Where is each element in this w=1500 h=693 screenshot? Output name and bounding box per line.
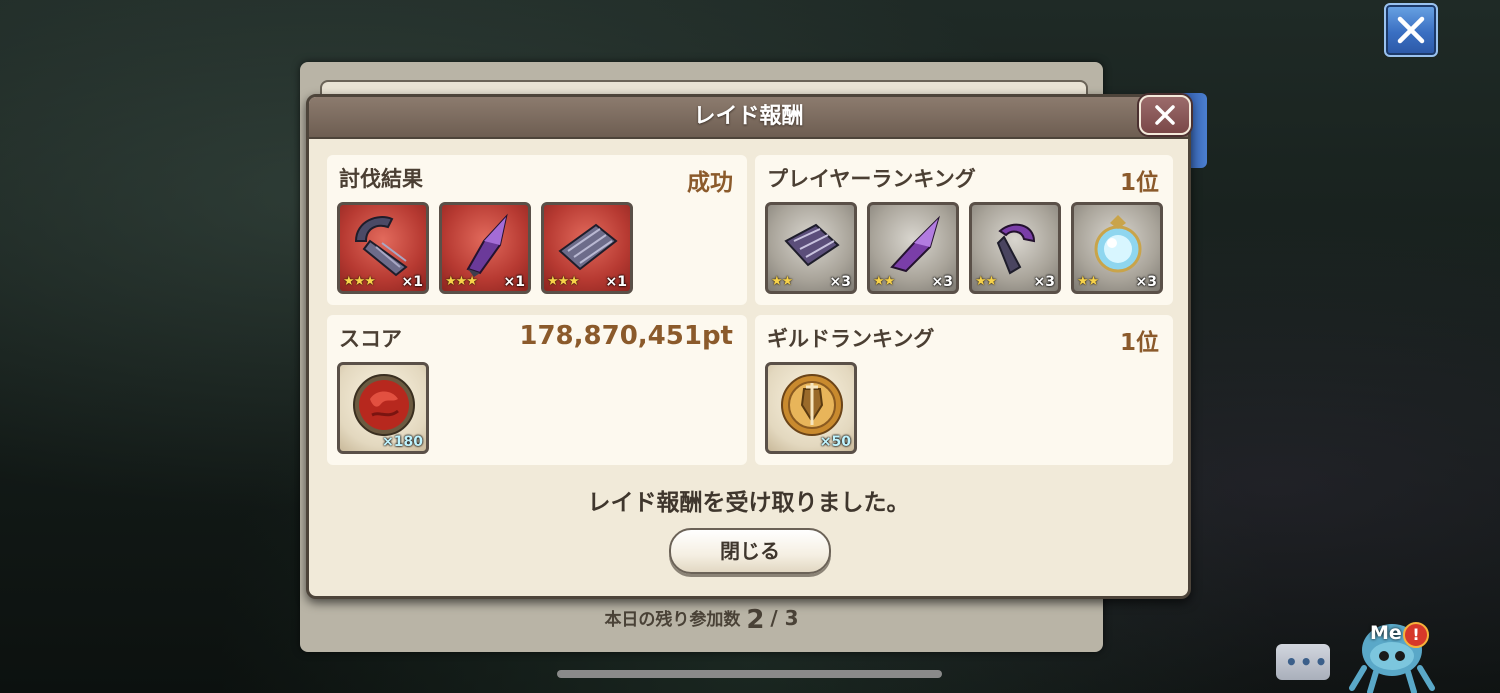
item-quantity: ×1 [605,274,627,290]
scale-icon [558,223,618,271]
item-quantity: ×3 [1033,274,1055,290]
reward-received-message: レイド報酬を受け取りました。 [587,490,910,516]
orb-icon [1094,215,1142,273]
remaining-total: / 3 [770,606,799,630]
medal-icon [781,374,843,436]
subjugation-label: 討伐結果 [339,167,423,191]
player-ranking-label: プレイヤーランキング [767,167,976,191]
scale-icon [784,223,840,267]
crystal-icon [890,215,941,273]
guild-ranking-label: ギルドランキング [767,327,935,351]
guild-ranking-rank: 1位 [1119,330,1159,356]
guild-ranking-card: ギルドランキング 1位 ×50 [755,315,1173,465]
item-quantity: ×3 [931,274,953,290]
subjugation-result: 成功 [687,170,733,196]
score-card: スコア 178,870,451pt ×180 [327,315,747,465]
close-button[interactable]: 閉じる [669,528,831,574]
chat-button[interactable]: ••• [1276,644,1330,680]
remaining-participations: 本日の残り参加数 2 / 3 [300,605,1103,635]
rarity-stars: ★★ [771,274,793,289]
rarity-stars: ★★★ [445,274,478,289]
mascot-label: Me [1370,622,1402,644]
close-icon [1397,16,1425,44]
item-quantity: ×50 [819,434,851,450]
modal-title: レイド報酬 [693,104,804,129]
reward-item-crystal[interactable]: ★★★ ×1 [439,202,531,294]
close-icon [1155,105,1175,125]
item-quantity: ×180 [382,434,423,450]
player-ranking-rank: 1位 [1119,170,1159,196]
mascot-icon[interactable] [1342,608,1442,693]
reward-item-crystal[interactable]: ★★ ×3 [867,202,959,294]
rarity-stars: ★★★ [547,274,580,289]
subjugation-result-card: 討伐結果 成功 ★★★ ×1 ★★★ ×1 ★★★ ×1 [327,155,747,305]
reward-item-claw[interactable]: ★★★ ×1 [337,202,429,294]
item-quantity: ×3 [829,274,851,290]
reward-item-medal[interactable]: ×50 [765,362,857,454]
player-ranking-card: プレイヤーランキング 1位 ★★ ×3 ★★ ×3 ★★ ×3 ★★ ×3 [755,155,1173,305]
item-quantity: ×3 [1135,274,1157,290]
raid-reward-modal: レイド報酬 討伐結果 成功 ★★★ ×1 ★★★ ×1 ★★★ ×1 プレイヤー… [306,94,1191,599]
home-indicator [557,670,942,678]
rarity-stars: ★★ [975,274,997,289]
reward-item-orb[interactable]: ★★ ×3 [1071,202,1163,294]
score-value: 178,870,451pt [519,321,733,351]
rarity-stars: ★★★ [343,274,376,289]
item-quantity: ×1 [401,274,423,290]
reward-item-scale[interactable]: ★★ ×3 [765,202,857,294]
claw-icon [354,216,408,277]
chat-icon: ••• [1285,650,1330,674]
reward-item-red-orb[interactable]: ×180 [337,362,429,454]
reward-item-claw[interactable]: ★★ ×3 [969,202,1061,294]
crystal-icon [466,213,508,277]
rarity-stars: ★★ [1077,274,1099,289]
rarity-stars: ★★ [873,274,895,289]
red-orb-icon [353,374,415,436]
remaining-label: 本日の残り参加数 [604,610,741,630]
remaining-current: 2 [746,605,765,635]
claw-icon [996,223,1036,275]
item-quantity: ×1 [503,274,525,290]
reward-item-scale[interactable]: ★★★ ×1 [541,202,633,294]
screen-close-button[interactable] [1384,3,1438,57]
score-label: スコア [339,327,402,351]
notification-badge: ! [1403,622,1429,648]
modal-close-button[interactable] [1139,95,1191,135]
